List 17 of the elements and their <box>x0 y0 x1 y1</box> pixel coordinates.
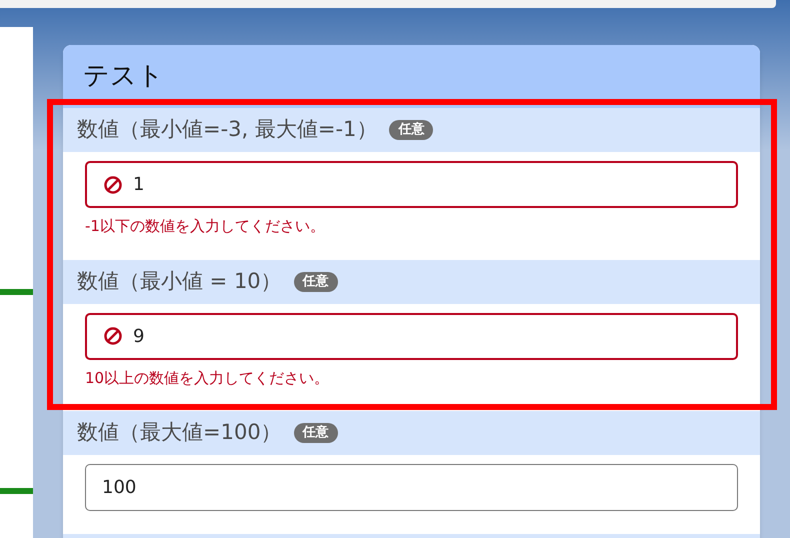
input-value: 1 <box>133 173 144 197</box>
optional-badge: 任意 <box>294 272 338 292</box>
input-value: 100 <box>102 476 136 500</box>
number-input[interactable]: 1 <box>85 161 738 208</box>
optional-badge: 任意 <box>389 120 434 140</box>
field-label: 数値（最大値=100） <box>77 419 282 446</box>
error-message: 10以上の数値を入力してください。 <box>85 368 330 388</box>
error-message: -1以下の数値を入力してください。 <box>85 216 326 237</box>
field-label: 数値（最小値 = 10） <box>77 268 282 295</box>
card-title: テスト <box>83 60 164 93</box>
invalid-icon <box>103 174 123 194</box>
input-value: 9 <box>133 324 144 348</box>
invalid-icon <box>103 326 123 346</box>
number-input[interactable]: 100 <box>85 464 738 511</box>
optional-badge: 任意 <box>294 423 338 443</box>
field-label: 数値（最小値=-3, 最大値=-1） <box>77 116 378 144</box>
number-input[interactable]: 9 <box>85 312 738 360</box>
